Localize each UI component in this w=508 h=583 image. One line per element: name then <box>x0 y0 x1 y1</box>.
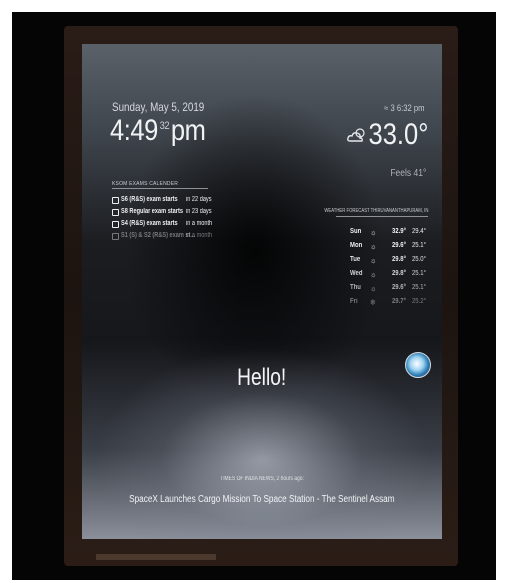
partly-cloudy-icon <box>347 128 365 142</box>
forecast-row: Wed ☼ 29.8° 25.1° <box>350 270 430 282</box>
weather-icon: ☼ <box>370 270 377 279</box>
forecast-day: Wed <box>350 270 363 277</box>
forecast-row: Mon ☼ 29.6° 25.1° <box>350 242 430 254</box>
forecast-max: 29.8° <box>392 256 406 263</box>
news-headline-label: SpaceX Launches Cargo Mission To Space S… <box>129 494 395 505</box>
calendar-event-name: S1 (S) & S2 (R&S) exam st... <box>121 232 196 239</box>
clock-time: 4:49 32pm <box>110 114 206 148</box>
greeting-text: Hello! <box>82 364 442 392</box>
forecast-min: 29.4° <box>412 228 426 235</box>
calendar-divider <box>112 188 208 189</box>
forecast-max: 29.6° <box>392 284 406 291</box>
weather-icon: ☼ <box>370 242 377 251</box>
forecast-max: 32.9° <box>392 228 406 235</box>
smart-mirror-screen: Sunday, May 5, 2019 4:49 32pm KSOM EXAMS … <box>82 44 442 539</box>
calendar-event-when: in a month <box>186 232 213 239</box>
calendar-event-when: in a month <box>186 220 213 227</box>
calendar-icon <box>112 221 119 228</box>
wind-sunset-info: ≈ 3 6:32 pm <box>384 103 424 113</box>
calendar-header: KSOM EXAMS CALENDER <box>112 181 179 187</box>
forecast-max: 29.8° <box>392 270 406 277</box>
calendar-event: S8 Regular exam starts in 23 days <box>112 208 242 218</box>
news-source: TIMES OF INDIA NEWS, 2 hours ago: <box>82 476 442 482</box>
calendar-icon <box>112 209 119 216</box>
weather-icon: ☼ <box>370 256 377 265</box>
forecast-min: 25.1° <box>412 284 426 291</box>
forecast-day: Sun <box>350 228 362 235</box>
calendar-event: S4 (R&S) exam starts in a month <box>112 220 242 230</box>
forecast-row: Sun ☼ 32.9° 29.4° <box>350 228 430 240</box>
forecast-day: Mon <box>350 242 363 249</box>
wind-sunset-text: 3 6:32 pm <box>389 103 424 113</box>
photo-background: Sunday, May 5, 2019 4:49 32pm KSOM EXAMS … <box>12 12 496 580</box>
calendar-event-name: S4 (R&S) exam starts <box>121 220 178 227</box>
clock-seconds: 32 <box>159 120 170 132</box>
calendar-event: S6 (R&S) exam starts in 22 days <box>112 196 242 206</box>
weather-icon: ☼ <box>370 284 377 293</box>
calendar-event: S1 (S) & S2 (R&S) exam st... in a month <box>112 232 242 242</box>
forecast-min: 25.2° <box>412 298 426 305</box>
current-temperature: 33.0° <box>368 118 428 151</box>
feels-like: Feels 41° <box>389 168 426 179</box>
forecast-row: Fri ❄ 29.7° 25.2° <box>350 298 430 310</box>
clock-date: Sunday, May 5, 2019 <box>112 100 205 114</box>
forecast-header: WEATHER FORECAST THIRUVANANTHAPURAM, IN <box>323 208 428 214</box>
forecast-min: 25.0° <box>412 256 426 263</box>
calendar-event-name: S8 Regular exam starts <box>121 208 183 215</box>
assistant-avatar-icon <box>405 352 431 378</box>
weather-icon: ☼ <box>370 228 377 237</box>
forecast-min: 25.1° <box>412 270 426 277</box>
forecast-max: 29.7° <box>392 298 406 305</box>
calendar-icon <box>112 197 119 204</box>
forecast-day: Thu <box>350 284 361 291</box>
calendar-event-name: S6 (R&S) exam starts <box>121 196 178 203</box>
calendar-event-when: in 22 days <box>186 196 212 203</box>
weather-icon: ❄ <box>370 298 376 307</box>
forecast-row: Tue ☼ 29.8° 25.0° <box>350 256 430 268</box>
wind-icon: ≈ <box>383 103 390 113</box>
clock-hours-minutes: 4:49 <box>110 114 158 147</box>
forecast-max: 29.6° <box>392 242 406 249</box>
monitor-bezel-light <box>96 554 216 560</box>
calendar-icon <box>112 233 119 240</box>
clock-ampm: pm <box>170 114 206 147</box>
forecast-min: 25.1° <box>412 242 426 249</box>
news-headline: SpaceX Launches Cargo Mission To Space S… <box>82 494 442 505</box>
greeting-label: Hello! <box>237 364 287 391</box>
forecast-day: Fri <box>350 298 358 305</box>
forecast-divider <box>336 216 428 217</box>
news-source-label: TIMES OF INDIA NEWS, 2 hours ago: <box>220 476 304 482</box>
forecast-day: Tue <box>350 256 361 263</box>
forecast-row: Thu ☼ 29.6° 25.1° <box>350 284 430 296</box>
calendar-event-when: in 23 days <box>186 208 212 215</box>
